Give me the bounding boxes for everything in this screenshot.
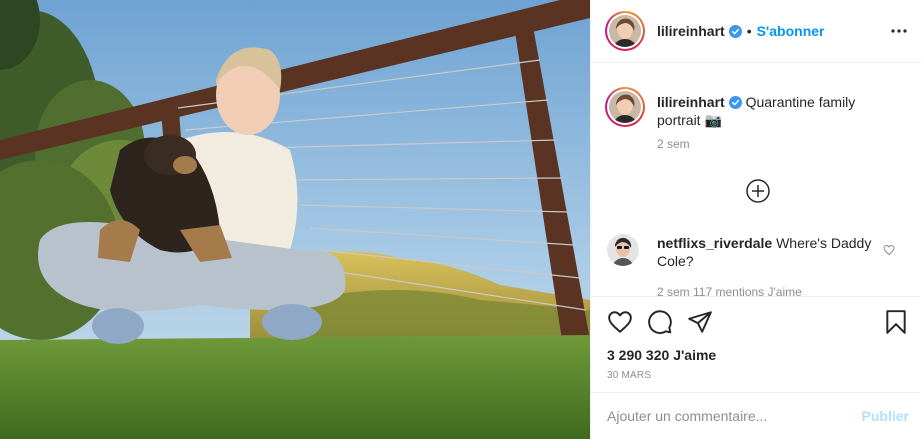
- action-icons-row: [607, 309, 909, 335]
- caption-avatar-image: [609, 91, 641, 123]
- paper-plane-icon[interactable]: [687, 309, 713, 335]
- add-comment-bar: Publier: [591, 392, 921, 439]
- comment-input[interactable]: [607, 408, 862, 424]
- header-separator: •: [746, 23, 752, 39]
- caption-text-block: lilireinhart Quarantine family portrait …: [657, 87, 867, 129]
- comment-avatar[interactable]: [607, 234, 639, 266]
- comment-meta: 2 sem 117 mentions J'aime: [657, 285, 802, 296]
- comment-icon[interactable]: [647, 309, 673, 335]
- post-date[interactable]: 30 MARS: [607, 370, 651, 381]
- post-side-panel: lilireinhart • S'abonner lilireinhart Qu…: [590, 0, 921, 439]
- caption-time[interactable]: 2 sem: [591, 137, 921, 151]
- photo-illustration: [0, 0, 590, 439]
- avatar[interactable]: [605, 11, 645, 51]
- more-horizontal-icon[interactable]: [891, 29, 907, 33]
- post-actions: 3 290 320 J'aime 30 MARS: [591, 296, 921, 392]
- post-header: lilireinhart • S'abonner: [591, 0, 921, 63]
- instagram-post: lilireinhart • S'abonner lilireinhart Qu…: [0, 0, 921, 439]
- verified-badge-icon: [728, 24, 742, 38]
- likes-count[interactable]: 3 290 320 J'aime: [607, 347, 716, 363]
- follow-button[interactable]: S'abonner: [757, 23, 825, 39]
- publish-button[interactable]: Publier: [862, 408, 909, 424]
- caption-avatar[interactable]: [605, 87, 645, 127]
- caption-username[interactable]: lilireinhart: [657, 94, 725, 110]
- comments-list[interactable]: lilireinhart Quarantine family portrait …: [591, 64, 921, 296]
- comment-text-block: netflixs_riverdale Where's Daddy Cole?: [657, 234, 877, 270]
- likes-label: J'aime: [673, 347, 717, 363]
- camera-emoji: 📷: [704, 112, 722, 128]
- comment-like-heart-icon[interactable]: [883, 244, 895, 256]
- bookmark-icon[interactable]: [883, 309, 909, 335]
- caption-verified-badge-icon: [728, 96, 742, 109]
- plus-circle-icon[interactable]: [745, 178, 771, 204]
- comment-username[interactable]: netflixs_riverdale: [657, 235, 772, 251]
- comment-item: netflixs_riverdale Where's Daddy Cole?: [607, 234, 907, 270]
- header-username[interactable]: lilireinhart: [657, 23, 725, 39]
- heart-icon[interactable]: [607, 309, 633, 335]
- avatar-image: [609, 15, 641, 47]
- comment-avatar-image: [607, 234, 639, 266]
- likes-number: 3 290 320: [607, 347, 670, 363]
- post-photo[interactable]: [0, 0, 590, 439]
- post-caption: lilireinhart Quarantine family portrait …: [591, 64, 921, 129]
